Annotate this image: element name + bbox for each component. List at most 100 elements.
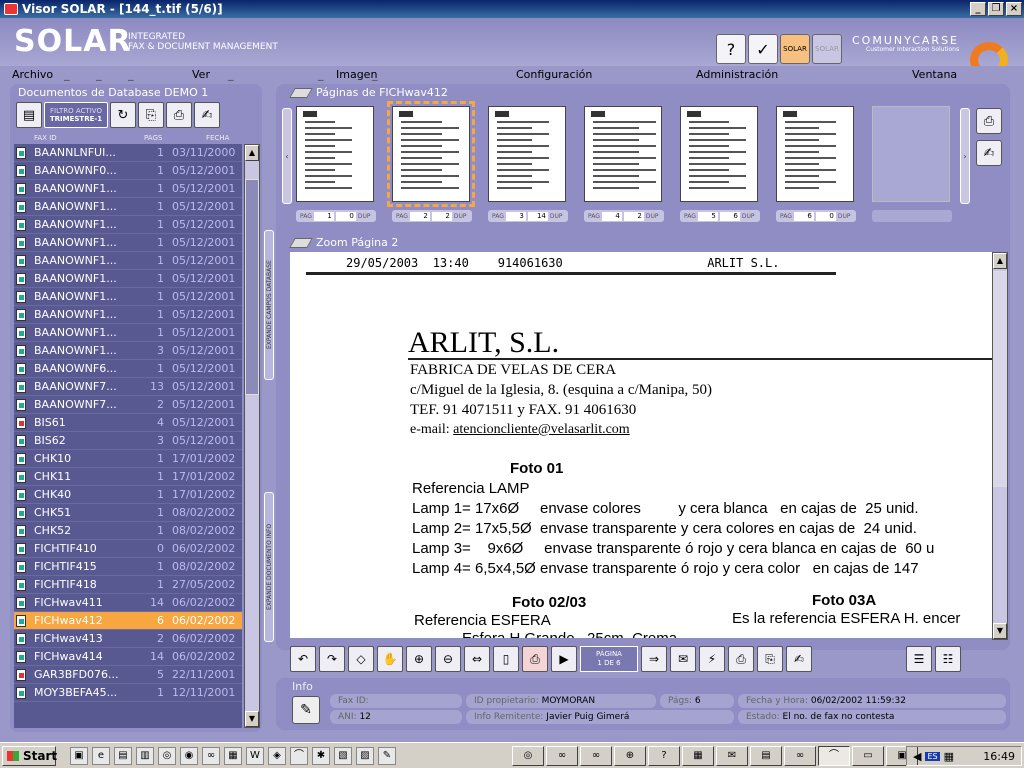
quicklaunch-icon[interactable]: ⌒ — [290, 747, 308, 765]
next-doc-icon[interactable]: ▶ — [551, 646, 577, 672]
page-thumbnail[interactable]: PAG 3 14 DUP — [488, 106, 568, 222]
list-item[interactable]: BIS62 3 05/12/2001 — [14, 432, 242, 450]
refresh-icon[interactable]: ↻ — [110, 102, 136, 128]
task-button[interactable]: ▭ — [852, 746, 884, 766]
send-fax-icon[interactable]: ✉ — [670, 646, 696, 672]
viewer-scroll-up[interactable]: ▲ — [993, 253, 1007, 269]
viewer-scrollbar[interactable]: ▲ ▼ — [992, 252, 1008, 640]
quicklaunch-icon[interactable]: ◎ — [158, 747, 176, 765]
dup-number[interactable]: 2 — [623, 211, 644, 221]
page-thumbnail[interactable]: PAG 1 0 DUP — [296, 106, 376, 222]
copy-icon[interactable]: ⎘ — [138, 102, 164, 128]
menu-ver[interactable]: Ver — [192, 68, 210, 81]
page-number[interactable]: 2 — [409, 211, 430, 221]
page-number[interactable]: 6 — [793, 211, 814, 221]
page-preview[interactable] — [680, 106, 758, 202]
menu-administracion[interactable]: Administración — [696, 68, 778, 81]
page-number[interactable]: 4 — [601, 211, 622, 221]
task-button[interactable]: ⊕ — [614, 746, 646, 766]
dup-number[interactable]: 2 — [431, 211, 452, 221]
printer-icon[interactable]: ⎙ — [728, 646, 754, 672]
page-preview[interactable] — [488, 106, 566, 202]
print-page-icon[interactable]: ⎙ — [976, 108, 1002, 134]
volume-icon[interactable]: ◀ — [913, 750, 921, 763]
task-button[interactable]: ∞ — [546, 746, 578, 766]
page-preview[interactable] — [584, 106, 662, 202]
list-item[interactable]: BAANOWNF0... 1 05/12/2001 — [14, 162, 242, 180]
list-item[interactable]: FICHTIF415 1 08/02/2002 — [14, 558, 242, 576]
check-icon[interactable]: ✓ — [748, 34, 778, 64]
list-item[interactable]: BAANOWNF1... 3 05/12/2001 — [14, 342, 242, 360]
list-item[interactable]: BAANOWNF1... 1 05/12/2001 — [14, 252, 242, 270]
word-icon[interactable]: W — [246, 747, 264, 765]
task-button[interactable]: ▤ — [750, 746, 782, 766]
task-button[interactable]: ∞ — [784, 746, 816, 766]
list-item[interactable]: CHK11 1 17/01/2002 — [14, 468, 242, 486]
sign-icon[interactable]: ✍ — [194, 102, 220, 128]
list-item[interactable]: BIS61 4 05/12/2001 — [14, 414, 242, 432]
page-preview[interactable] — [776, 106, 854, 202]
fax-print-icon[interactable]: ⚡ — [699, 646, 725, 672]
list-item[interactable]: FICHwav411 14 06/02/2002 — [14, 594, 242, 612]
fit-page-icon[interactable]: ▯ — [493, 646, 519, 672]
dup-number[interactable]: 0 — [335, 211, 356, 221]
expand-document-info[interactable]: EXPANDE DOCUMENTO INFO — [264, 492, 274, 642]
language-indicator[interactable]: ES — [925, 751, 940, 761]
active-filter-button[interactable]: FILTRO ACTIVO TRIMESTRE-1 — [44, 102, 108, 128]
list-item[interactable]: BAANOWNF1... 1 05/12/2001 — [14, 180, 242, 198]
viewer-scroll-down[interactable]: ▼ — [993, 623, 1007, 639]
zoom-out-icon[interactable]: ⊖ — [435, 646, 461, 672]
list-item[interactable]: BAANOWNF6... 1 05/12/2001 — [14, 360, 242, 378]
quicklaunch-icon[interactable]: ✎ — [378, 747, 396, 765]
list-item[interactable]: BAANOWNF7... 13 05/12/2001 — [14, 378, 242, 396]
dup-number[interactable]: 0 — [815, 211, 836, 221]
list-item[interactable]: CHK10 1 17/01/2002 — [14, 450, 242, 468]
minimize-button[interactable]: _ — [970, 2, 986, 16]
list-item[interactable]: FICHTIF410 0 06/02/2002 — [14, 540, 242, 558]
list-item[interactable]: BAANOWNF1... 1 05/12/2001 — [14, 234, 242, 252]
page-thumbnail[interactable]: PAG 2 2 DUP — [387, 101, 475, 222]
task-button[interactable]: ? — [648, 746, 680, 766]
task-button[interactable]: ◎ — [512, 746, 544, 766]
quicklaunch-icon[interactable]: ◈ — [268, 747, 286, 765]
list-item[interactable]: BAANNLNFUI... 1 03/11/2000 — [14, 144, 242, 162]
page-preview[interactable] — [296, 106, 374, 202]
list-item[interactable]: BAANOWNF1... 1 05/12/2001 — [14, 198, 242, 216]
list-item[interactable]: FICHwav414 14 06/02/2002 — [14, 648, 242, 666]
quicklaunch-icon[interactable]: ◉ — [180, 747, 198, 765]
list-item[interactable]: BAANOWNF1... 1 05/12/2001 — [14, 288, 242, 306]
dup-number[interactable]: 14 — [527, 211, 548, 221]
scroll-down-arrow[interactable]: ▼ — [245, 711, 259, 727]
signature-icon[interactable]: ✍ — [786, 646, 812, 672]
solar-disabled-button[interactable]: SOLAR — [812, 34, 842, 64]
help-icon[interactable]: ? — [716, 34, 746, 64]
list-item[interactable]: BAANOWNF1... 1 05/12/2001 — [14, 270, 242, 288]
thumbs-prev-button[interactable]: ‹ — [282, 108, 292, 204]
restore-button[interactable]: ❐ — [988, 2, 1004, 16]
copy-page-icon[interactable]: ⎘ — [757, 646, 783, 672]
list-item[interactable]: CHK51 1 08/02/2002 — [14, 504, 242, 522]
quicklaunch-icon[interactable]: ▥ — [136, 747, 154, 765]
thumbs-next-button[interactable]: › — [960, 108, 970, 204]
list-item[interactable]: BAANOWNF1... 1 05/12/2001 — [14, 216, 242, 234]
page-thumbnail[interactable]: PAG 6 0 DUP — [776, 106, 856, 222]
scroll-up-arrow[interactable]: ▲ — [245, 145, 259, 161]
list-item-selected[interactable]: FICHwav412 6 06/02/2002 — [14, 612, 242, 630]
close-button[interactable]: × — [1006, 2, 1022, 16]
page-number[interactable]: 3 — [505, 211, 526, 221]
viewer-scroll-thumb[interactable] — [993, 271, 1007, 487]
page-thumbnail[interactable]: PAG 4 2 DUP — [584, 106, 664, 222]
quicklaunch-icon[interactable]: ✱ — [312, 747, 330, 765]
quicklaunch-icon[interactable]: ▨ — [356, 747, 374, 765]
fit-width-icon[interactable]: ⇔ — [464, 646, 490, 672]
scan-icon[interactable]: ⎙ — [522, 646, 548, 672]
list-item[interactable]: FICHwav413 2 06/02/2002 — [14, 630, 242, 648]
dup-number[interactable]: 6 — [719, 211, 740, 221]
print-icon[interactable]: ⎙ — [166, 102, 192, 128]
list-item[interactable]: BAANOWNF7... 2 05/12/2001 — [14, 396, 242, 414]
col-date[interactable]: FECHA — [206, 134, 229, 142]
document-viewer[interactable]: 29/05/2003 13:40 914061630 ARLIT S.L. AR… — [290, 252, 992, 638]
quicklaunch-icon[interactable]: ▣ — [70, 747, 88, 765]
task-button[interactable]: ▦ — [682, 746, 714, 766]
approve-page-icon[interactable]: ✍ — [976, 140, 1002, 166]
